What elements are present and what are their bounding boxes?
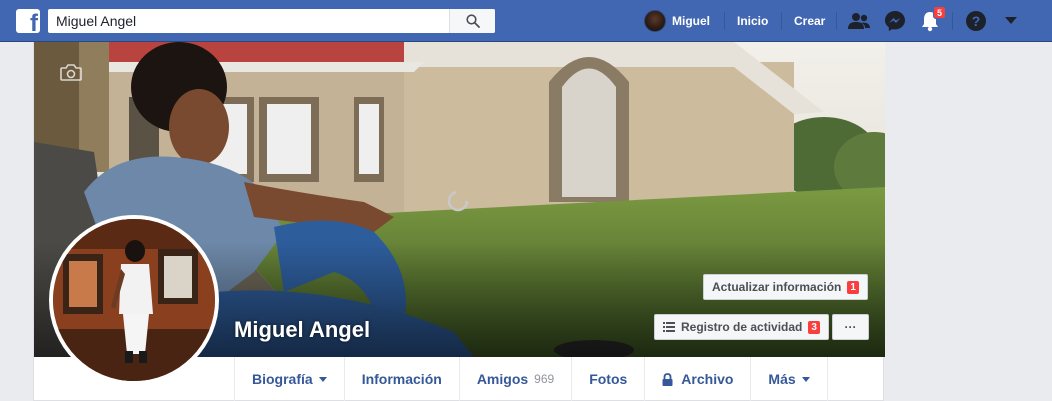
tab-photos[interactable]: Fotos [572, 357, 646, 401]
avatar [644, 10, 666, 32]
caret-down-icon [318, 376, 327, 382]
nav-create-link[interactable]: Crear [794, 14, 825, 28]
friend-requests-icon[interactable] [847, 9, 871, 33]
tab-information[interactable]: Información [345, 357, 460, 401]
tab-friends[interactable]: Amigos 969 [460, 357, 573, 401]
more-options-button[interactable]: ··· [832, 314, 869, 340]
friends-count: 969 [534, 372, 555, 386]
update-info-badge: 1 [847, 280, 859, 294]
nav-home-link[interactable]: Inicio [737, 14, 768, 28]
tab-biography[interactable]: Biografía [235, 357, 345, 401]
search-button[interactable] [449, 9, 495, 33]
facebook-logo-icon[interactable]: f [16, 9, 40, 36]
lock-icon [662, 372, 673, 386]
update-info-label: Actualizar información [712, 280, 842, 294]
caret-down-icon [801, 376, 810, 382]
profile-name: Miguel Angel [234, 317, 371, 342]
notifications-icon[interactable]: 5 [918, 6, 946, 33]
activity-log-button[interactable]: Registro de actividad 3 [654, 314, 829, 340]
profile-tabs: Biografía Información Amigos 969 Fotos A… [234, 357, 828, 401]
search-input[interactable] [48, 9, 448, 33]
account-menu-icon[interactable] [999, 9, 1023, 33]
search-box [48, 9, 495, 33]
divider [952, 12, 953, 30]
activity-log-badge: 3 [808, 320, 820, 334]
tab-more[interactable]: Más [751, 357, 828, 401]
search-icon [465, 14, 480, 28]
tab-friends-label: Amigos [476, 371, 529, 387]
tab-photos-label: Fotos [589, 371, 628, 387]
tab-information-label: Información [361, 371, 442, 387]
divider [836, 12, 837, 30]
list-icon [663, 322, 675, 332]
tab-archive-label: Archivo [681, 371, 734, 387]
profile-header-card: Actualizar información 1 Registro de act… [33, 42, 885, 401]
svg-text:?: ? [972, 13, 981, 29]
help-icon[interactable]: ? [964, 9, 988, 33]
more-options-icon: ··· [844, 320, 857, 334]
divider [781, 12, 782, 30]
profile-picture[interactable] [49, 215, 219, 385]
nav-profile-link[interactable]: Miguel [644, 9, 710, 33]
profile-picture-image [53, 219, 215, 381]
tab-more-label: Más [768, 371, 796, 387]
activity-log-label: Registro de actividad [681, 320, 803, 334]
notifications-badge: 5 [933, 6, 946, 19]
messenger-icon[interactable] [883, 9, 907, 33]
camera-icon[interactable] [60, 64, 82, 86]
tab-biography-label: Biografía [252, 371, 313, 387]
tab-archive[interactable]: Archivo [645, 357, 752, 401]
divider [724, 12, 725, 30]
nav-user-name: Miguel [672, 14, 710, 28]
top-navigation-bar: f Miguel Inicio Crear [0, 0, 1052, 42]
update-info-button[interactable]: Actualizar información 1 [703, 274, 868, 300]
